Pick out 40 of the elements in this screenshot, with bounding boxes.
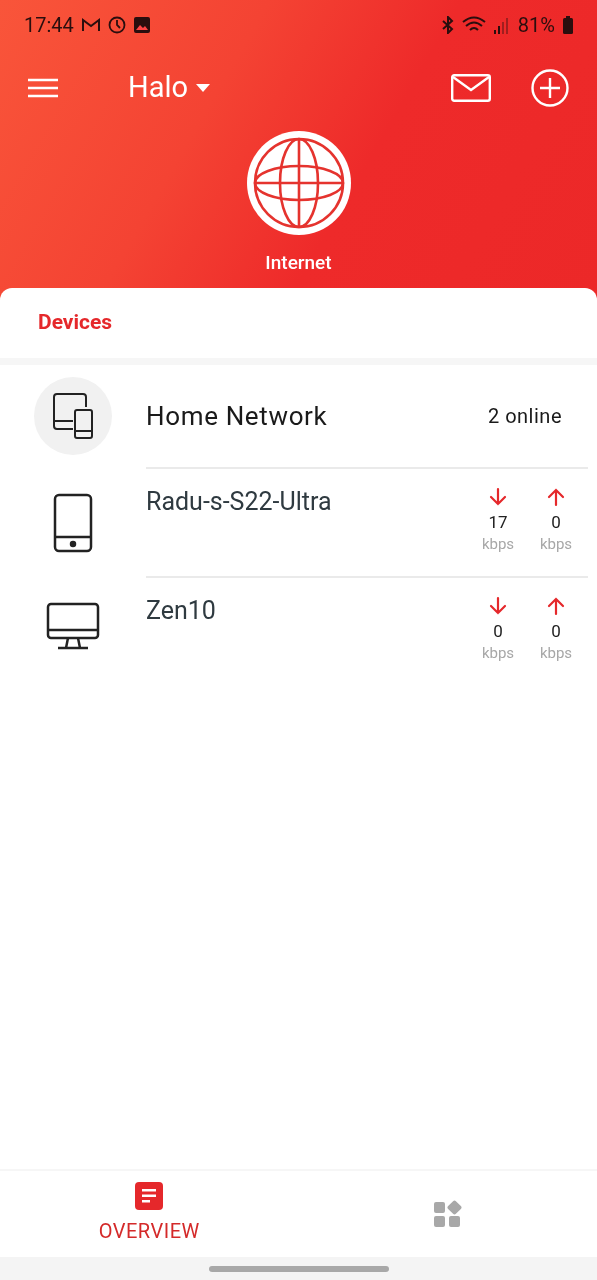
network-selector[interactable]: Halo [128, 65, 211, 110]
battery-percentage: 81% [517, 12, 555, 39]
speed-value: 0 [551, 511, 561, 533]
upload-arrow-icon [546, 487, 566, 507]
alarm-clock-icon [107, 16, 126, 34]
speed-unit: kbps [481, 534, 515, 555]
device-name: Radu-s-S22-Ultra [146, 486, 333, 518]
speed-value: 0 [551, 620, 561, 642]
monitor-icon [46, 602, 100, 650]
device-row[interactable]: Radu-s-S22-Ultra 17 kbps 0 kbps [146, 467, 588, 576]
section-title: Devices [38, 309, 113, 337]
image-notification-icon [133, 17, 150, 33]
online-count: 2 online [487, 403, 562, 430]
menu-icon[interactable] [28, 77, 58, 98]
tablet-phone-icon [53, 393, 93, 439]
mail-notification-icon [81, 18, 100, 32]
document-icon [135, 1182, 164, 1210]
battery-icon [563, 16, 573, 34]
bluetooth-icon [441, 16, 454, 34]
mail-icon[interactable] [451, 73, 491, 102]
speed-unit: kbps [539, 534, 573, 555]
speed-value: 0 [493, 620, 503, 642]
speed-unit: kbps [481, 643, 515, 664]
internet-label: Internet [265, 250, 332, 276]
phone-icon [53, 493, 93, 553]
apps-grid-icon [433, 1200, 462, 1228]
device-name: Zen10 [146, 595, 217, 627]
globe-icon[interactable] [245, 130, 352, 236]
speed-unit: kbps [539, 643, 573, 664]
download-arrow-icon [488, 596, 508, 616]
speed-value: 17 [488, 511, 508, 533]
network-name: Home Network [146, 399, 329, 433]
device-row[interactable]: Zen10 0 kbps 0 kbps [146, 576, 588, 685]
nav-tab[interactable]: OVERVIEW [0, 1171, 299, 1257]
upload-arrow-icon [546, 596, 566, 616]
signal-icon [493, 16, 510, 34]
add-icon[interactable] [531, 68, 569, 107]
download-arrow-icon [488, 487, 508, 507]
clock-time: 17:44 [24, 12, 74, 39]
dropdown-caret-icon [196, 83, 211, 92]
